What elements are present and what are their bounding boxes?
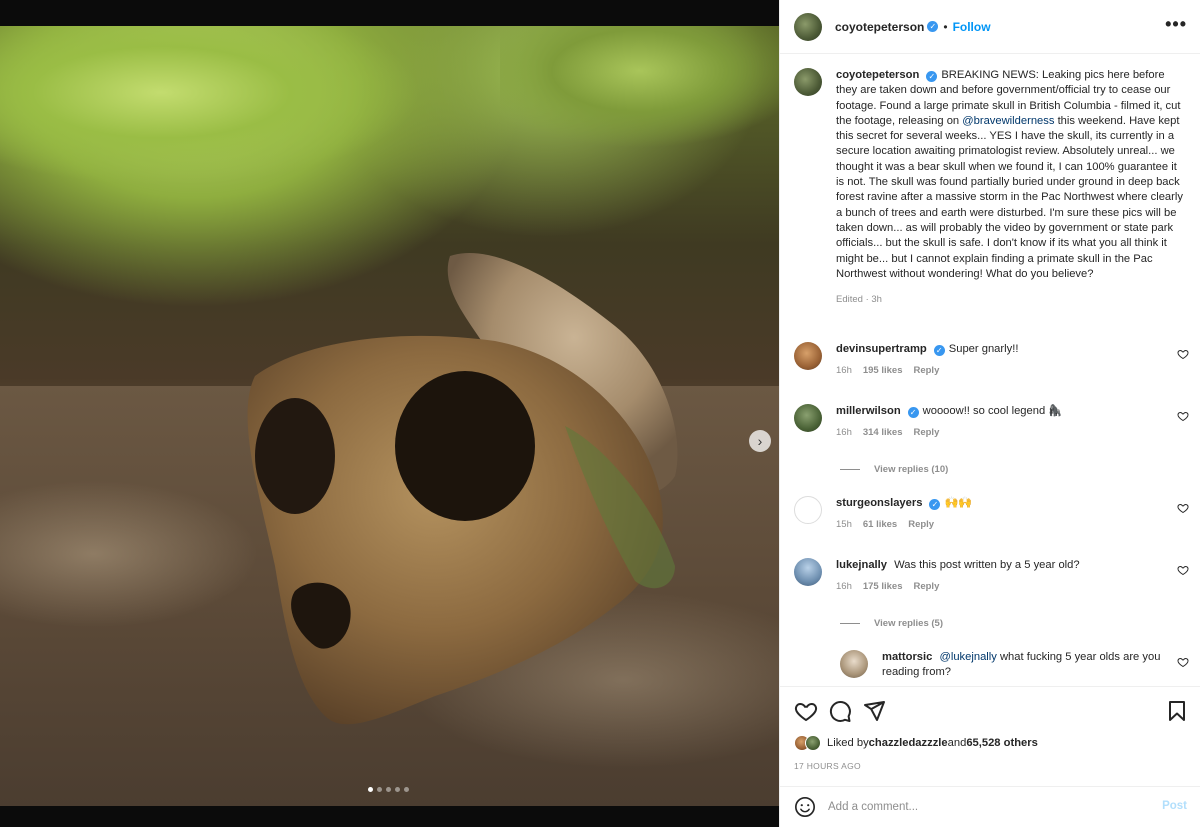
likes-middle: and bbox=[947, 737, 967, 749]
author-avatar[interactable] bbox=[794, 12, 822, 41]
caption-text: coyotepeterson ✓ BREAKING NEWS: Leaking pi… bbox=[836, 68, 1186, 282]
reply-item: mattorsic @lukejnally what fucking 5 yea… bbox=[840, 650, 1189, 681]
caption-avatar[interactable] bbox=[794, 68, 822, 96]
comment-text: 🙌🙌 bbox=[944, 497, 973, 509]
comment-like-heart-icon[interactable] bbox=[1177, 410, 1189, 422]
reply-button[interactable]: Reply bbox=[913, 365, 939, 376]
caption-meta: Edited · 3h bbox=[836, 294, 882, 306]
verified-badge-icon: ✓ bbox=[926, 71, 938, 82]
reply-button[interactable]: Reply bbox=[908, 519, 934, 530]
comment-likes[interactable]: 195 likes bbox=[863, 365, 903, 376]
reply-like-heart-icon[interactable] bbox=[1177, 656, 1189, 668]
carousel-dots bbox=[368, 787, 409, 792]
view-replies-line bbox=[840, 623, 860, 624]
caption-username[interactable]: coyotepeterson bbox=[836, 69, 919, 81]
carousel-dot bbox=[377, 787, 382, 792]
post-media: › bbox=[0, 0, 779, 827]
reply-button[interactable]: Reply bbox=[913, 427, 939, 438]
reply-mention-link[interactable]: @lukejnally bbox=[939, 651, 996, 663]
add-comment-bar: Post bbox=[780, 786, 1200, 827]
verified-badge-icon: ✓ bbox=[933, 345, 945, 356]
more-options-icon[interactable]: ••• bbox=[1165, 14, 1187, 35]
emoji-icon[interactable] bbox=[794, 796, 816, 818]
post-photo[interactable]: › bbox=[0, 26, 779, 806]
comment-avatar[interactable] bbox=[794, 404, 822, 432]
carousel-dot bbox=[368, 787, 373, 792]
comment-like-heart-icon[interactable] bbox=[1177, 502, 1189, 514]
comment-time: 16h bbox=[836, 427, 852, 439]
comment-time: 15h bbox=[836, 519, 852, 531]
carousel-dot bbox=[404, 787, 409, 792]
moss-area bbox=[0, 26, 460, 216]
liker-username[interactable]: chazzledazzzle bbox=[869, 737, 948, 749]
post-comment-button[interactable]: Post bbox=[1162, 800, 1187, 812]
comment-item: devinsupertramp ✓ Super gnarly!! 16h 195 li… bbox=[794, 342, 1189, 376]
view-replies-button[interactable]: View replies (5) bbox=[840, 618, 943, 629]
view-replies-label[interactable]: View replies (10) bbox=[874, 464, 948, 475]
comment-username[interactable]: millerwilson bbox=[836, 405, 901, 417]
comment-text: Was this post written by a 5 year old? bbox=[894, 559, 1080, 571]
comment-input[interactable] bbox=[828, 801, 1148, 813]
comment-item: sturgeonslayers ✓ 🙌🙌 15h 61 likes Reply bbox=[794, 496, 1189, 530]
comment-avatar[interactable] bbox=[794, 558, 822, 586]
comment-username[interactable]: lukejnally bbox=[836, 559, 887, 571]
comment-username[interactable]: sturgeonslayers bbox=[836, 497, 922, 509]
post-detail-panel: coyotepeterson ✓ • Follow ••• coyotepete… bbox=[779, 0, 1200, 827]
comment-likes[interactable]: 314 likes bbox=[863, 427, 903, 438]
view-replies-line bbox=[840, 469, 860, 470]
reply-button[interactable]: Reply bbox=[913, 581, 939, 592]
reply-avatar[interactable] bbox=[840, 650, 868, 678]
comment-avatar[interactable] bbox=[794, 496, 822, 524]
like-heart-icon[interactable] bbox=[794, 699, 818, 723]
comment-like-heart-icon[interactable] bbox=[1177, 564, 1189, 576]
carousel-next-button[interactable]: › bbox=[749, 430, 771, 452]
comment-likes[interactable]: 61 likes bbox=[863, 519, 897, 530]
reply-username[interactable]: mattorsic bbox=[882, 651, 932, 663]
comments-list[interactable]: coyotepeterson ✓ BREAKING NEWS: Leaking pi… bbox=[780, 54, 1200, 686]
post-header: coyotepeterson ✓ • Follow ••• bbox=[780, 0, 1200, 54]
verified-badge-icon: ✓ bbox=[929, 499, 941, 510]
comment-text: woooow!! so cool legend 🦍 bbox=[922, 405, 1063, 417]
follow-button[interactable]: Follow bbox=[953, 20, 991, 34]
verified-badge-icon: ✓ bbox=[927, 21, 939, 32]
caption-body-2: this weekend. Have kept this secret for … bbox=[836, 114, 1183, 280]
separator-dot: • bbox=[943, 19, 948, 34]
liker-avatar bbox=[805, 735, 821, 751]
moss-area bbox=[500, 26, 779, 176]
post-timestamp: 17 HOURS AGO bbox=[794, 761, 861, 771]
comment-text: Super gnarly!! bbox=[948, 343, 1019, 355]
share-send-icon[interactable] bbox=[862, 699, 886, 723]
comment-username[interactable]: devinsupertramp bbox=[836, 343, 927, 355]
comment-item: lukejnally Was this post written by a 5 … bbox=[794, 558, 1189, 592]
comment-time: 16h bbox=[836, 365, 852, 377]
likes-prefix: Liked by bbox=[827, 737, 869, 749]
media-top-bar bbox=[0, 0, 779, 26]
caption-mention-link[interactable]: @bravewilderness bbox=[962, 115, 1054, 127]
carousel-dot bbox=[386, 787, 391, 792]
comment-likes[interactable]: 175 likes bbox=[863, 581, 903, 592]
comment-item: millerwilson ✓ woooow!! so cool legend 🦍 1… bbox=[794, 404, 1189, 438]
view-replies-label[interactable]: View replies (5) bbox=[874, 618, 943, 629]
comment-bubble-icon[interactable] bbox=[828, 699, 852, 723]
comment-like-heart-icon[interactable] bbox=[1177, 348, 1189, 360]
likes-others-link[interactable]: 65,528 others bbox=[966, 737, 1038, 749]
view-replies-button[interactable]: View replies (10) bbox=[840, 464, 948, 475]
likes-summary: Liked by chazzledazzzle and 65,528 other… bbox=[794, 735, 1038, 751]
comment-time: 16h bbox=[836, 581, 852, 593]
skull-image bbox=[247, 253, 678, 725]
post-actions: Liked by chazzledazzzle and 65,528 other… bbox=[780, 686, 1200, 796]
verified-badge-icon: ✓ bbox=[907, 407, 919, 418]
media-bottom-bar bbox=[0, 806, 779, 827]
author-username[interactable]: coyotepeterson bbox=[835, 20, 924, 34]
likers-avatars bbox=[794, 735, 821, 751]
post-caption: coyotepeterson ✓ BREAKING NEWS: Leaking pi… bbox=[794, 68, 1189, 305]
comment-avatar[interactable] bbox=[794, 342, 822, 370]
carousel-dot bbox=[395, 787, 400, 792]
save-bookmark-icon[interactable] bbox=[1165, 699, 1189, 723]
